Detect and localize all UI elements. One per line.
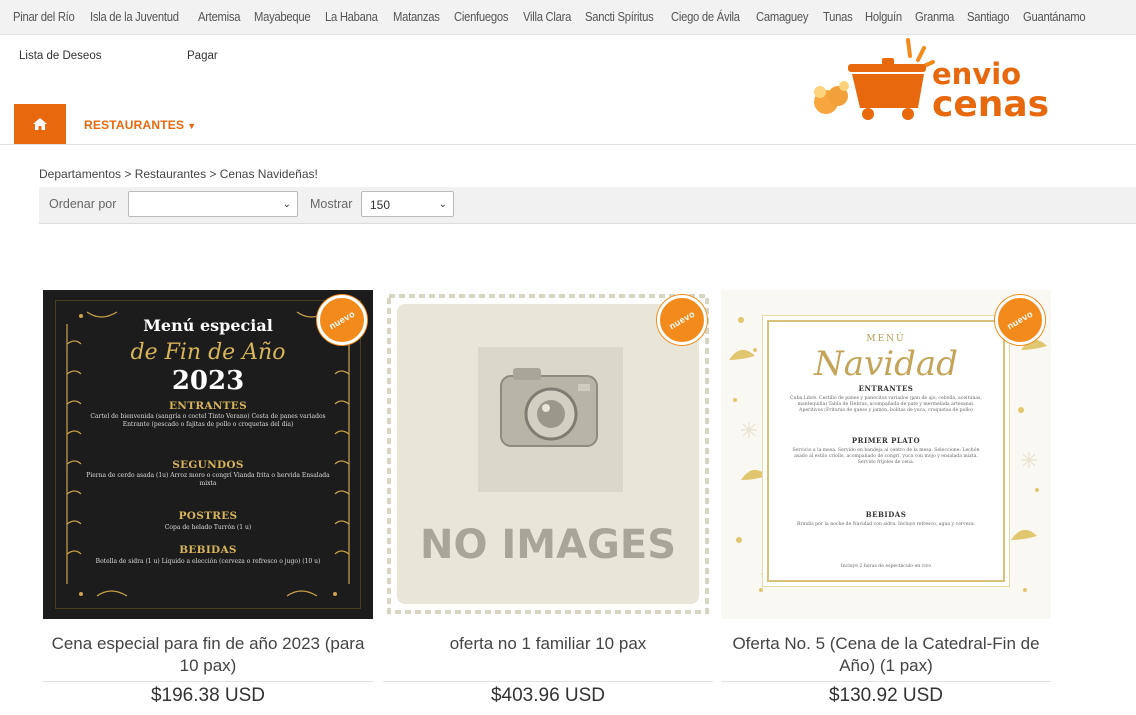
product-image[interactable]: NO IMAGES nuevo [383, 290, 713, 619]
province-link[interactable]: Ciego de Ávila [671, 10, 740, 24]
wishlist-link[interactable]: Lista de Deseos [19, 50, 101, 62]
home-button[interactable] [14, 104, 66, 144]
product-image[interactable]: Menú especial de Fin de Año 2023 ENTRANT… [43, 290, 373, 619]
menu-section: PRIMER PLATO [851, 436, 921, 445]
restaurants-menu[interactable]: RESTAURANTES ▼ [84, 118, 196, 132]
product-title[interactable]: Cena especial para fin de año 2023 (para… [43, 633, 373, 677]
breadcrumb: Departamentos > Restaurantes > Cenas Nav… [39, 167, 318, 181]
home-icon [33, 118, 47, 130]
menu-text: Brindis por la noche de Navidad con sidr… [796, 522, 976, 527]
menu-text: Cuba Libre. Cestillo de panes y panecito… [790, 396, 982, 413]
province-link[interactable]: Holguín [865, 10, 902, 24]
province-link[interactable]: La Habana [325, 10, 378, 24]
badge-text: nuevo [327, 308, 357, 332]
province-link[interactable]: Sancti Spíritus [585, 10, 654, 24]
menu-image-dark: Menú especial de Fin de Año 2023 ENTRANT… [43, 290, 373, 619]
menu-text: Servicio a la mesa. Servido en bandeja a… [792, 448, 980, 465]
camera-icon [500, 368, 598, 447]
chevron-down-icon: ⌄ [282, 199, 291, 210]
product-image[interactable]: MENÚ Navidad ENTRANTES Cuba Libre. Cesti… [721, 290, 1051, 619]
province-link[interactable]: Villa Clara [523, 10, 571, 24]
product-price: $403.96 USD [490, 685, 606, 706]
menu-text: Copa de helado Turrón (1 u) [164, 524, 252, 531]
menu-word: MENÚ [866, 334, 906, 344]
province-link[interactable]: Santiago [967, 10, 1010, 24]
menu-year: 2023 [171, 366, 245, 396]
divider [721, 681, 1051, 682]
menu-text: Cartel de bienvenida (sangría o coctel T… [90, 413, 326, 428]
province-link[interactable]: Cienfuegos [454, 10, 508, 24]
chevron-down-icon: ⌄ [438, 199, 447, 210]
show-select[interactable]: 150 ⌄ [361, 191, 454, 217]
menu-image-navidad: MENÚ Navidad ENTRANTES Cuba Libre. Cesti… [721, 290, 1051, 619]
restaurants-label: RESTAURANTES [84, 118, 185, 132]
product-price: $196.38 USD [150, 685, 266, 706]
menu-footer: Incluye 2 horas de espectáculo en vivo [840, 564, 932, 569]
menu-section: BEBIDAS [179, 544, 237, 556]
order-select[interactable]: ⌄ [128, 191, 298, 217]
divider [43, 681, 373, 682]
order-label: Ordenar por [49, 197, 117, 211]
menu-paper: MENÚ Navidad ENTRANTES Cuba Libre. Cesti… [767, 320, 1005, 582]
product-price: $130.92 USD [828, 685, 944, 706]
no-images-text: NO IMAGES [420, 522, 676, 568]
province-link[interactable]: Guantánamo [1023, 10, 1086, 24]
province-link[interactable]: Mayabeque [254, 10, 311, 24]
province-link[interactable]: Matanzas [393, 10, 440, 24]
menu-text: Pierna de cerdo asada (1u) Arroz moro o … [86, 472, 330, 487]
menu-section: BEBIDAS [865, 510, 907, 519]
badge-text: nuevo [1005, 308, 1035, 332]
product-title[interactable]: oferta no 1 familiar 10 pax [383, 633, 713, 655]
divider [383, 681, 713, 682]
province-link[interactable]: Camaguey [756, 10, 809, 24]
new-badge: nuevo [317, 295, 367, 345]
menu-section: POSTRES [178, 510, 238, 522]
province-link[interactable]: Isla de la Juventud [90, 10, 179, 24]
province-link[interactable]: Tunas [823, 10, 853, 24]
badge-text: nuevo [667, 308, 697, 332]
show-select-value: 150 [370, 198, 391, 212]
menu-title: Navidad [814, 344, 958, 384]
main-nav: RESTAURANTES ▼ [0, 104, 1136, 145]
sort-bar: Ordenar por ⌄ Mostrar 150 ⌄ [39, 187, 1136, 224]
province-link[interactable]: Pinar del Río [13, 10, 75, 24]
checkout-link[interactable]: Pagar [187, 50, 218, 62]
province-link[interactable]: Granma [915, 10, 954, 24]
menu-subheading: de Fin de Año [130, 340, 286, 365]
menu-text: Botella de sidra (1 u) Líquido a elecció… [95, 558, 321, 565]
caret-down-icon: ▼ [187, 121, 197, 131]
menu-section: ENTRANTES [169, 400, 247, 412]
new-badge: nuevo [657, 295, 707, 345]
no-image-placeholder: NO IMAGES [387, 294, 709, 614]
show-label: Mostrar [310, 197, 353, 211]
menu-section: SEGUNDOS [172, 459, 244, 471]
menu-section: ENTRANTES [858, 384, 914, 393]
new-badge: nuevo [995, 295, 1045, 345]
province-link[interactable]: Artemisa [198, 10, 240, 24]
product-title[interactable]: Oferta No. 5 (Cena de la Catedral-Fin de… [721, 633, 1051, 677]
province-nav: Pinar del Río Isla de la Juventud Artemisa… [0, 0, 1136, 35]
